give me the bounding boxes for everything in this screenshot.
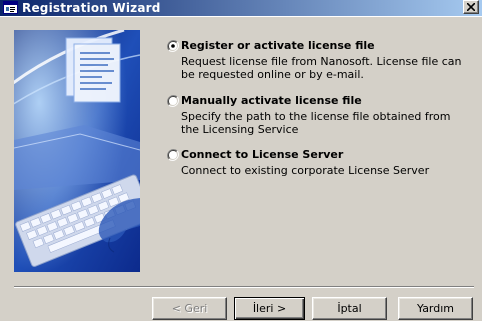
radio-license-server[interactable]	[167, 149, 179, 161]
option-license-server-description: Connect to existing corporate License Se…	[181, 164, 430, 177]
wizard-illustration	[14, 30, 140, 272]
window-title: Registration Wizard	[22, 1, 161, 15]
option-manual-description: Specify the path to the license file obt…	[181, 110, 451, 136]
radio-manual[interactable]	[167, 95, 179, 107]
next-button[interactable]: İleri >	[234, 297, 305, 320]
back-button[interactable]: < Geri	[152, 297, 227, 320]
option-register-label[interactable]: Register or activate license file	[181, 39, 375, 52]
registration-wizard-icon	[3, 1, 18, 14]
radio-register[interactable]	[167, 40, 179, 52]
separator	[14, 286, 474, 288]
close-icon	[467, 3, 475, 11]
cancel-button[interactable]: İptal	[312, 297, 387, 320]
title-bar: Registration Wizard	[0, 0, 482, 17]
help-button[interactable]: Yardım	[398, 297, 473, 320]
option-manual-label[interactable]: Manually activate license file	[181, 94, 362, 107]
close-button[interactable]	[463, 0, 479, 14]
option-register-description: Request license file from Nanosoft. Lice…	[181, 55, 462, 81]
option-license-server-label[interactable]: Connect to License Server	[181, 148, 343, 161]
